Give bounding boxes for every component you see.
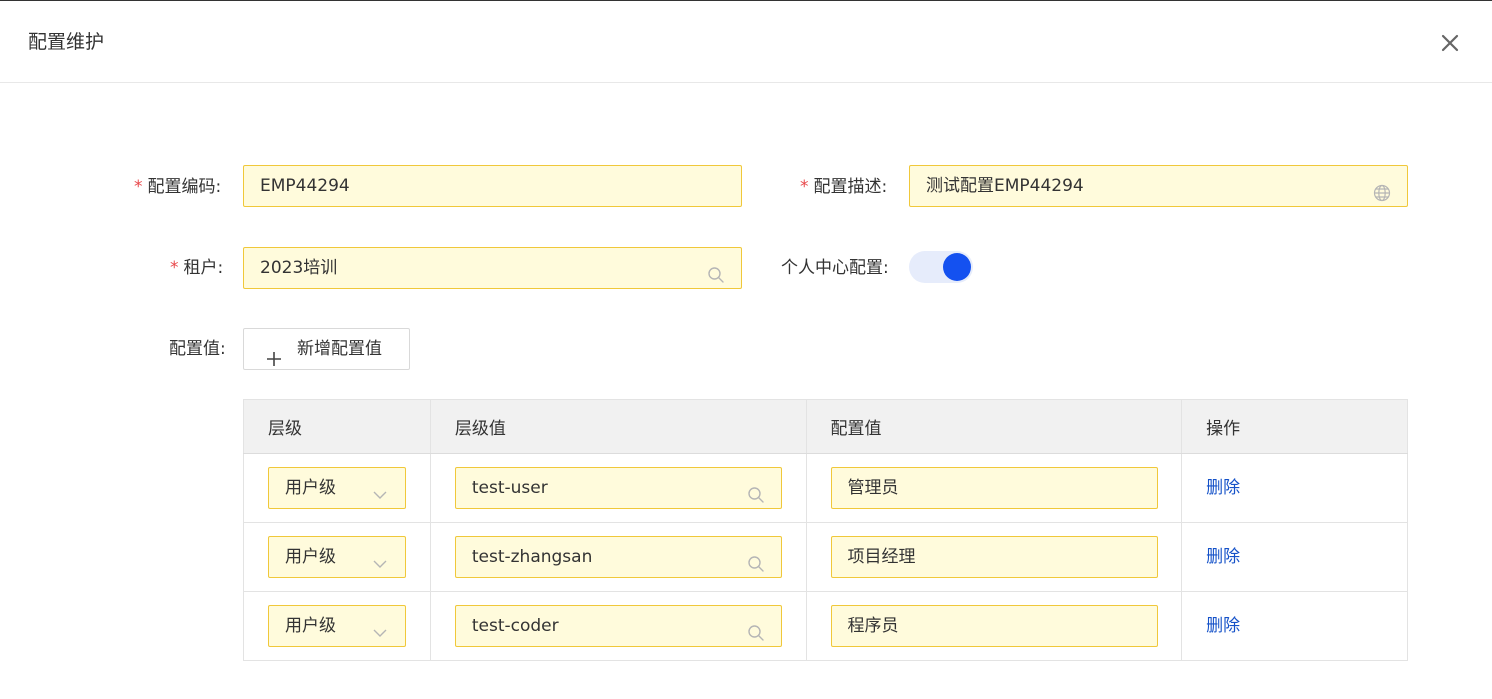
table-row: 用户级 test-user 管理员 删除 (243, 453, 1408, 523)
config-value-cell: 程序员 (806, 591, 1183, 661)
level-value-input[interactable]: test-user (454, 467, 782, 509)
config-desc-input[interactable]: 测试配置EMP44294 (909, 165, 1408, 207)
tenant-label: * 租户: (170, 256, 223, 280)
action-cell: 删除 (1181, 453, 1408, 523)
config-value-input[interactable]: 程序员 (830, 605, 1158, 647)
delete-link[interactable]: 删除 (1206, 614, 1240, 638)
required-mark: * (134, 177, 143, 197)
required-mark: * (800, 177, 809, 197)
level-select[interactable]: 用户级 (268, 467, 406, 509)
column-header-action: 操作 (1181, 399, 1408, 454)
config-desc-label: * 配置描述: (800, 175, 887, 199)
config-value-text: 项目经理 (847, 547, 916, 567)
config-maintenance-dialog: 配置维护 * 配置编码: EMP44294 * 配置描述: 测试配置EMP44294… (0, 0, 1492, 699)
level-value-cell: test-user (430, 453, 807, 523)
level-value-text: test-zhangsan (471, 547, 593, 567)
table-row: 用户级 test-zhangsan 项目经理 删除 (243, 522, 1408, 592)
level-select-value: 用户级 (285, 616, 336, 636)
plus-icon (266, 342, 282, 366)
search-icon[interactable] (747, 479, 765, 503)
config-values-label: 配置值: (169, 339, 226, 359)
add-config-value-label: 新增配置值 (297, 339, 382, 359)
table-header-row: 层级 层级值 配置值 操作 (243, 399, 1408, 454)
config-value-text: 管理员 (847, 478, 899, 498)
chevron-down-icon (371, 617, 389, 637)
level-select-value: 用户级 (285, 478, 336, 498)
column-header-level-value: 层级值 (430, 399, 807, 454)
config-value-input[interactable]: 管理员 (830, 467, 1158, 509)
globe-icon[interactable] (1373, 177, 1391, 202)
config-code-label: * 配置编码: (134, 175, 221, 199)
close-icon[interactable] (1438, 31, 1462, 55)
delete-link[interactable]: 删除 (1206, 545, 1240, 569)
config-value-cell: 项目经理 (806, 522, 1183, 592)
config-values-table: 层级 层级值 配置值 操作 用户级 test-user 管理员 删除 用户级 t… (243, 399, 1408, 661)
config-value-text: 程序员 (847, 616, 899, 636)
level-cell: 用户级 (243, 453, 431, 523)
config-code-value: EMP44294 (260, 176, 350, 196)
personal-center-label: 个人中心配置: (781, 258, 889, 278)
action-cell: 删除 (1181, 591, 1408, 661)
action-cell: 删除 (1181, 522, 1408, 592)
level-value-text: test-coder (471, 616, 559, 636)
add-config-value-button[interactable]: 新增配置值 (243, 328, 410, 370)
tenant-input[interactable]: 2023培训 (243, 247, 742, 289)
level-value-input[interactable]: test-zhangsan (454, 536, 782, 578)
level-value-input[interactable]: test-coder (454, 605, 782, 647)
search-icon[interactable] (747, 548, 765, 572)
config-value-cell: 管理员 (806, 453, 1183, 523)
level-cell: 用户级 (243, 522, 431, 592)
toggle-knob (943, 253, 971, 281)
personal-center-toggle[interactable] (909, 251, 973, 283)
chevron-down-icon (371, 548, 389, 568)
level-value-cell: test-coder (430, 591, 807, 661)
config-code-label-text: 配置编码: (147, 177, 222, 197)
table-row: 用户级 test-coder 程序员 删除 (243, 591, 1408, 661)
delete-link[interactable]: 删除 (1206, 476, 1240, 500)
config-desc-value: 测试配置EMP44294 (926, 176, 1084, 196)
config-desc-label-text: 配置描述: (813, 177, 888, 197)
config-value-input[interactable]: 项目经理 (830, 536, 1158, 578)
column-header-config-value: 配置值 (806, 399, 1183, 454)
search-icon[interactable] (707, 259, 725, 283)
dialog-header: 配置维护 (0, 1, 1492, 83)
search-icon[interactable] (747, 617, 765, 641)
level-value-text: test-user (471, 478, 548, 498)
level-cell: 用户级 (243, 591, 431, 661)
dialog-title: 配置维护 (28, 31, 105, 53)
required-mark: * (170, 258, 179, 278)
chevron-down-icon (371, 479, 389, 499)
level-value-cell: test-zhangsan (430, 522, 807, 592)
column-header-level: 层级 (243, 399, 431, 454)
tenant-value: 2023培训 (260, 258, 338, 278)
tenant-label-text: 租户: (183, 258, 224, 278)
level-select[interactable]: 用户级 (268, 605, 406, 647)
config-code-input[interactable]: EMP44294 (243, 165, 742, 207)
level-select-value: 用户级 (285, 547, 336, 567)
level-select[interactable]: 用户级 (268, 536, 406, 578)
